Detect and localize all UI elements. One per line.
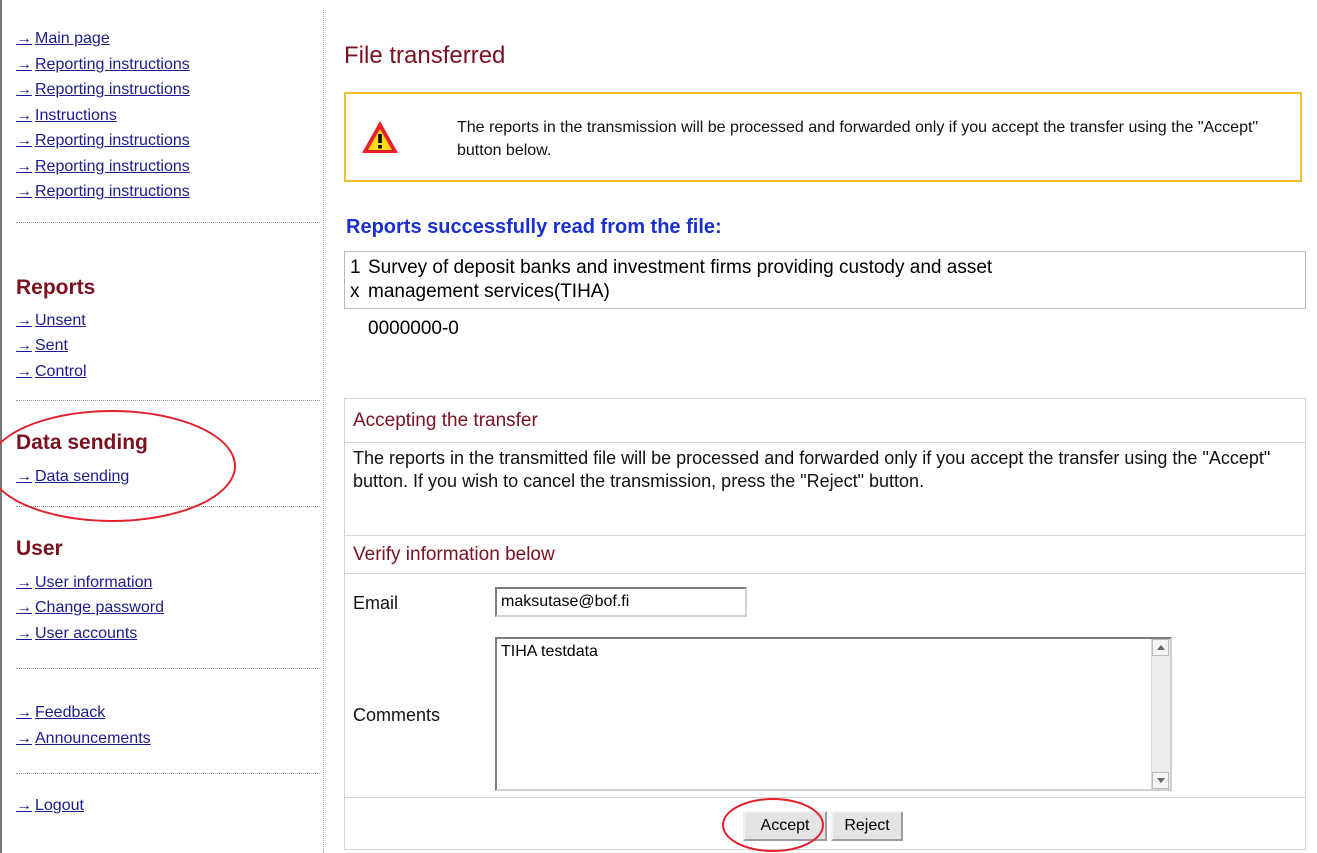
warning-triangle-icon (360, 119, 400, 160)
comments-textarea-wrapper: TIHA testdata (495, 637, 1172, 791)
arrow-right-icon: → (16, 132, 32, 149)
warning-box: The reports in the transmission will be … (344, 92, 1302, 182)
sidebar-data-sending-links: → Data sending (16, 464, 322, 490)
reports-read-heading: Reports successfully read from the file: (346, 216, 722, 238)
arrow-right-icon: → (16, 183, 32, 200)
email-field[interactable] (495, 587, 747, 617)
sidebar-heading-data-sending: Data sending (16, 431, 148, 454)
logout-link[interactable]: → Logout (16, 793, 322, 819)
arrow-right-icon: → (16, 599, 32, 616)
page-title: File transferred (344, 42, 506, 69)
arrow-right-icon: → (16, 106, 32, 124)
sidebar-separator (16, 505, 320, 507)
sidebar-link-main-page[interactable]: → Main page (16, 26, 322, 52)
sidebar-link-reporting-instructions[interactable]: → Reporting instructions (16, 154, 322, 180)
accept-transfer-panel: Accepting the transfer The reports in th… (344, 398, 1306, 850)
email-label: Email (353, 593, 399, 613)
arrow-right-icon: → (16, 157, 32, 175)
accept-panel-heading: Accepting the transfer (345, 399, 1305, 443)
sidebar-link-change-password[interactable]: → Change password (16, 595, 322, 621)
arrow-right-icon: → (16, 81, 32, 98)
warning-text: The reports in the transmission will be … (457, 119, 1259, 159)
sidebar-link-reporting-instructions[interactable]: → Reporting instructions (16, 128, 322, 154)
sidebar-reports-links: → Unsent → Sent → Control (16, 308, 322, 385)
sidebar-heading-reports: Reports (16, 275, 96, 299)
sidebar-separator (16, 773, 320, 774)
report-list-item: 1 x Survey of deposit banks and investme… (344, 251, 1306, 309)
verify-heading: Verify information below (345, 536, 1305, 574)
report-name: Survey of deposit banks and investment f… (368, 257, 993, 302)
sidebar-link-reporting-instructions[interactable]: → Reporting instructions (16, 179, 322, 205)
arrow-right-icon: → (16, 337, 32, 354)
comments-field[interactable]: TIHA testdata (497, 639, 1150, 789)
comments-label: Comments (353, 705, 441, 725)
accept-button[interactable]: Accept (743, 811, 827, 841)
sidebar-link-sent[interactable]: → Sent (16, 333, 322, 359)
sidebar-link-instructions[interactable]: → Instructions (16, 103, 322, 129)
window-left-edge (0, 0, 2, 853)
arrow-right-icon: → (16, 55, 32, 73)
sidebar-separator (16, 400, 320, 401)
reject-button[interactable]: Reject (831, 811, 903, 841)
sidebar-separator (16, 668, 320, 669)
sidebar-separator (16, 221, 320, 223)
arrow-right-icon: → (16, 729, 32, 747)
sidebar-misc-links: → Feedback → Announcements (16, 700, 322, 751)
arrow-right-icon: → (16, 311, 32, 329)
accept-panel-description: The reports in the transmitted file will… (345, 443, 1305, 536)
sidebar-user-links: → User information → Change password → User… (16, 570, 322, 647)
sidebar-link-unsent[interactable]: → Unsent (16, 308, 322, 334)
report-index: 1 x (350, 257, 361, 302)
sidebar-link-data-sending[interactable]: → Data sending (16, 464, 322, 490)
sidebar-link-announcements[interactable]: → Announcements (16, 726, 322, 752)
sidebar: → Main page → Reporting instructions → Repo… (16, 26, 322, 819)
sidebar-link-reporting-instructions[interactable]: → Reporting instructions (16, 52, 322, 78)
scroll-down-arrow-icon[interactable] (1152, 772, 1169, 789)
sidebar-top-links: → Main page → Reporting instructions → Repo… (16, 26, 322, 205)
sidebar-logout: → Logout (16, 793, 322, 819)
arrow-right-icon: → (16, 624, 32, 642)
arrow-right-icon: → (16, 362, 32, 380)
sidebar-link-reporting-instructions[interactable]: → Reporting instructions (16, 77, 322, 103)
arrow-right-icon: → (16, 30, 32, 47)
sidebar-heading-user: User (16, 536, 63, 560)
sidebar-link-user-accounts[interactable]: → User accounts (16, 621, 322, 647)
arrow-right-icon: → (16, 573, 32, 591)
scroll-up-arrow-icon[interactable] (1152, 639, 1169, 656)
arrow-right-icon: → (16, 468, 32, 485)
arrow-right-icon: → (16, 704, 32, 721)
arrow-right-icon: → (16, 797, 32, 814)
sidebar-link-control[interactable]: → Control (16, 359, 322, 385)
report-id: 0000000-0 (368, 318, 459, 339)
sidebar-divider (323, 10, 324, 853)
comments-scrollbar[interactable] (1151, 639, 1170, 789)
sidebar-link-feedback[interactable]: → Feedback (16, 700, 322, 726)
sidebar-link-user-information[interactable]: → User information (16, 570, 322, 596)
